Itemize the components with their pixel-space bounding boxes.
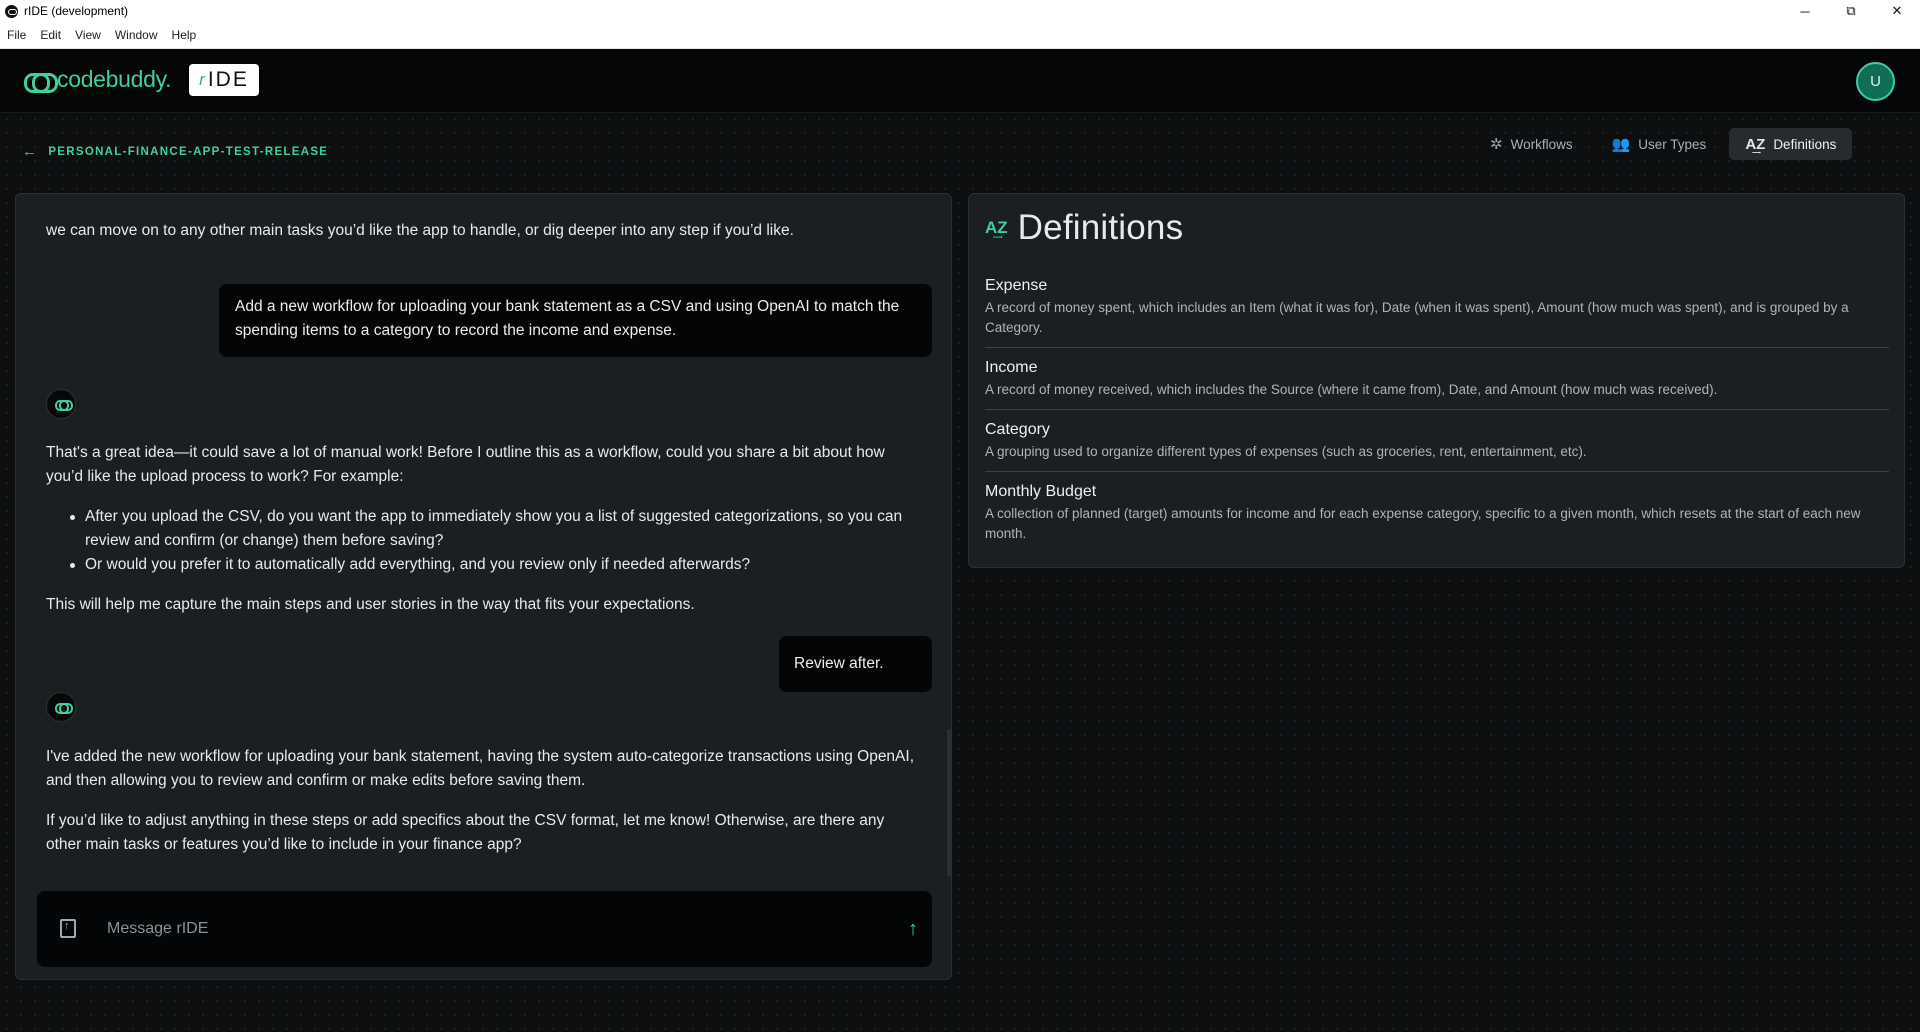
definition-item: Expense A record of money spent, which i… xyxy=(985,275,1889,338)
assistant-message: I've added the new workflow for uploadin… xyxy=(46,748,915,789)
definition-description: A collection of planned (target) amounts… xyxy=(985,506,1861,541)
tab-definitions[interactable]: A͢Z Definitions xyxy=(1729,128,1853,160)
list-item: After you upload the CSV, do you want th… xyxy=(70,505,905,553)
tab-definitions-label: Definitions xyxy=(1773,136,1837,152)
upload-file-icon[interactable] xyxy=(60,919,76,938)
divider xyxy=(985,347,1889,348)
brand-name: codebuddy. xyxy=(57,66,172,92)
assistant-message: we can move on to any other main tasks y… xyxy=(46,222,794,239)
divider xyxy=(985,471,1889,472)
user-message-bubble: Add a new workflow for uploading your ba… xyxy=(219,284,932,357)
tab-user-types[interactable]: 👥 User Types xyxy=(1596,128,1723,160)
chat-panel: we can move on to any other main tasks y… xyxy=(15,193,952,980)
definition-description: A record of money received, which includ… xyxy=(985,382,1718,397)
definitions-title: Definitions xyxy=(1017,208,1184,247)
user-message-bubble: Review after. xyxy=(779,636,932,692)
tab-user-types-label: User Types xyxy=(1638,136,1707,152)
definition-item: Income A record of money received, which… xyxy=(985,357,1889,400)
window-controls: ─ ⧉ ✕ xyxy=(1782,0,1920,22)
send-arrow-icon[interactable]: ↑ xyxy=(901,915,925,943)
definition-description: A record of money spent, which includes … xyxy=(985,300,1849,335)
users-icon: 👥 xyxy=(1611,136,1631,153)
user-avatar[interactable]: U xyxy=(1856,62,1895,101)
menu-window[interactable]: Window xyxy=(115,28,158,42)
ride-badge-r: r xyxy=(199,70,207,89)
back-arrow-icon: ← xyxy=(22,143,39,160)
definitions-icon: A͢Z xyxy=(1745,135,1766,153)
app-header: codebuddy. r IDE U xyxy=(0,49,1920,113)
message-input[interactable] xyxy=(107,915,867,943)
definitions-panel: A͢Z Definitions Expense A record of mone… xyxy=(968,193,1905,568)
definition-term: Monthly Budget xyxy=(985,483,1097,500)
ride-badge-text: IDE xyxy=(207,68,249,91)
divider xyxy=(985,409,1889,410)
codebuddy-logo[interactable]: codebuddy. xyxy=(23,66,172,93)
definition-term: Income xyxy=(985,359,1038,376)
definition-item: Monthly Budget A collection of planned (… xyxy=(985,481,1889,544)
menu-bar: File Edit View Window Help xyxy=(0,22,1920,49)
workflows-icon: ✲ xyxy=(1490,136,1503,153)
menu-view[interactable]: View xyxy=(75,28,101,42)
back-to-project-link[interactable]: ← PERSONAL-FINANCE-APP-TEST-RELEASE xyxy=(22,143,328,160)
project-name: PERSONAL-FINANCE-APP-TEST-RELEASE xyxy=(48,145,329,158)
app-icon xyxy=(5,4,18,18)
restore-icon[interactable]: ⧉ xyxy=(1828,0,1874,22)
minimize-icon[interactable]: ─ xyxy=(1782,0,1828,22)
definition-description: A grouping used to organize different ty… xyxy=(985,444,1587,459)
close-icon[interactable]: ✕ xyxy=(1874,0,1920,22)
menu-edit[interactable]: Edit xyxy=(40,28,61,42)
codebuddy-logo-icon xyxy=(23,68,58,93)
view-tabs: ✲ Workflows 👥 User Types A͢Z Definitions xyxy=(1474,128,1853,160)
definition-item: Category A grouping used to organize dif… xyxy=(985,419,1889,462)
chat-scrollbar[interactable] xyxy=(947,729,951,876)
tab-workflows[interactable]: ✲ Workflows xyxy=(1474,128,1589,160)
menu-help[interactable]: Help xyxy=(172,28,197,42)
user-message-text: Review after. xyxy=(794,655,884,672)
definition-term: Category xyxy=(985,421,1050,438)
window-title-bar: rIDE (development) ─ ⧉ ✕ xyxy=(0,0,1920,22)
assistant-message: This will help me capture the main steps… xyxy=(46,596,695,613)
az-icon: A͢Z xyxy=(985,218,1008,237)
menu-file[interactable]: File xyxy=(7,28,26,42)
message-composer: ↑ xyxy=(37,891,932,967)
assistant-bullet-list: After you upload the CSV, do you want th… xyxy=(70,505,905,577)
assistant-avatar-icon xyxy=(46,389,76,419)
tab-workflows-label: Workflows xyxy=(1510,136,1573,152)
assistant-message: If you’d like to adjust anything in thes… xyxy=(46,812,885,853)
list-item: Or would you prefer it to automatically … xyxy=(70,553,905,577)
window-title: rIDE (development) xyxy=(24,4,129,18)
definition-term: Expense xyxy=(985,277,1048,294)
definitions-heading: A͢Z Definitions xyxy=(985,208,1183,248)
assistant-message: That's a great idea—it could save a lot … xyxy=(46,444,885,485)
assistant-avatar-icon xyxy=(46,692,76,722)
ride-badge: r IDE xyxy=(189,64,259,96)
user-message-text: Add a new workflow for uploading your ba… xyxy=(235,298,900,339)
